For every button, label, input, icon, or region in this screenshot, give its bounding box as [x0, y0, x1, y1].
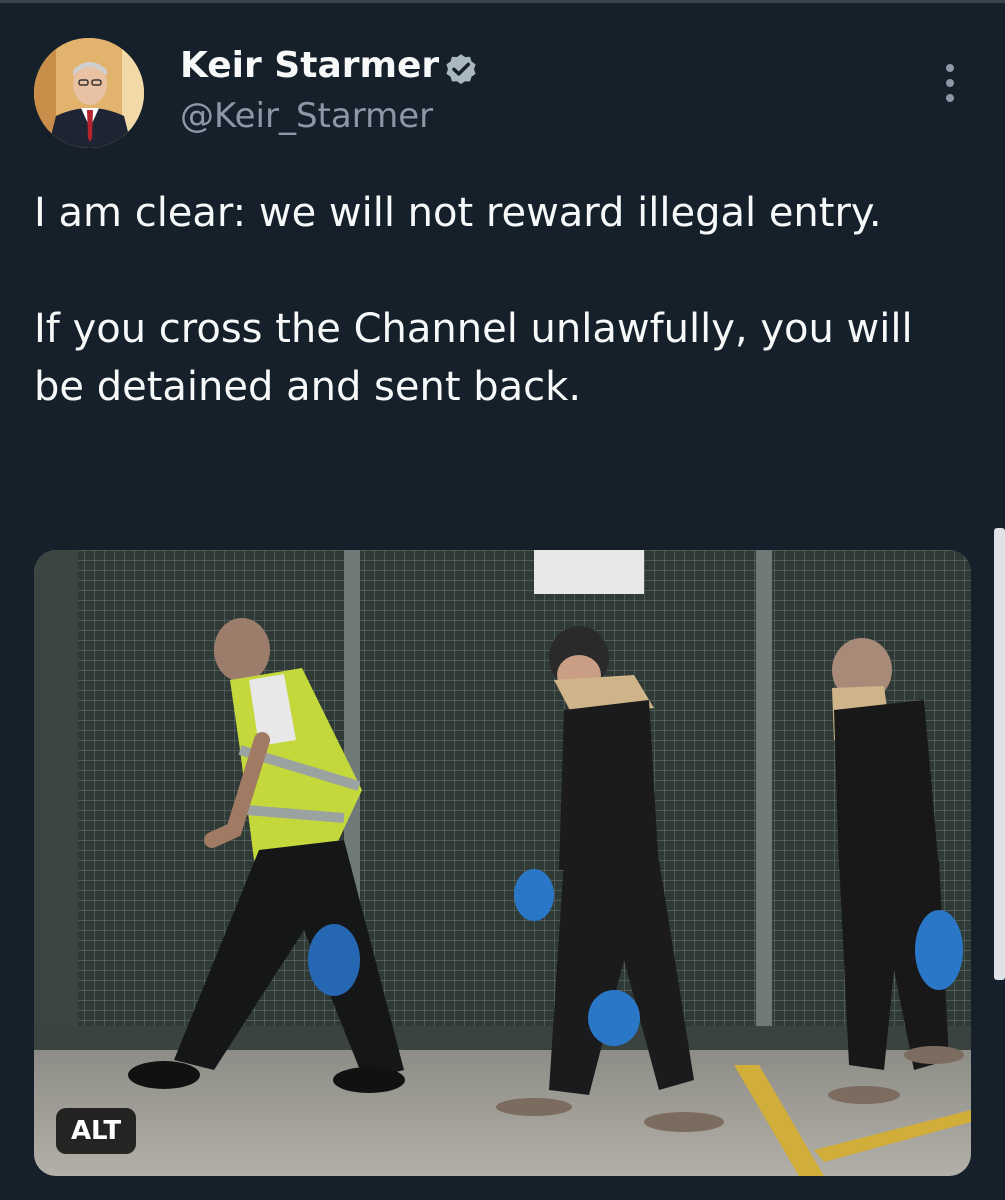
top-divider	[0, 0, 1005, 3]
author-name[interactable]: Keir Starmer	[180, 44, 439, 88]
tweet-photo[interactable]: ALT	[34, 550, 971, 1176]
more-dot	[946, 79, 954, 87]
tweet-paragraph: If you cross the Channel unlawfully, you…	[34, 306, 913, 410]
avatar[interactable]	[34, 38, 144, 148]
more-dot	[946, 94, 954, 102]
tweet-paragraph: I am clear: we will not reward illegal e…	[34, 190, 882, 236]
tweet-text: I am clear: we will not reward illegal e…	[34, 184, 974, 416]
more-options-icon[interactable]	[928, 58, 972, 108]
more-dot	[946, 64, 954, 72]
scrollbar[interactable]	[994, 528, 1005, 980]
alt-text-badge[interactable]: ALT	[56, 1108, 136, 1154]
author-handle[interactable]: @Keir_Starmer	[180, 94, 433, 138]
photo-scene	[34, 550, 971, 1176]
avatar-photo	[34, 38, 144, 148]
verified-badge-icon	[442, 50, 480, 88]
